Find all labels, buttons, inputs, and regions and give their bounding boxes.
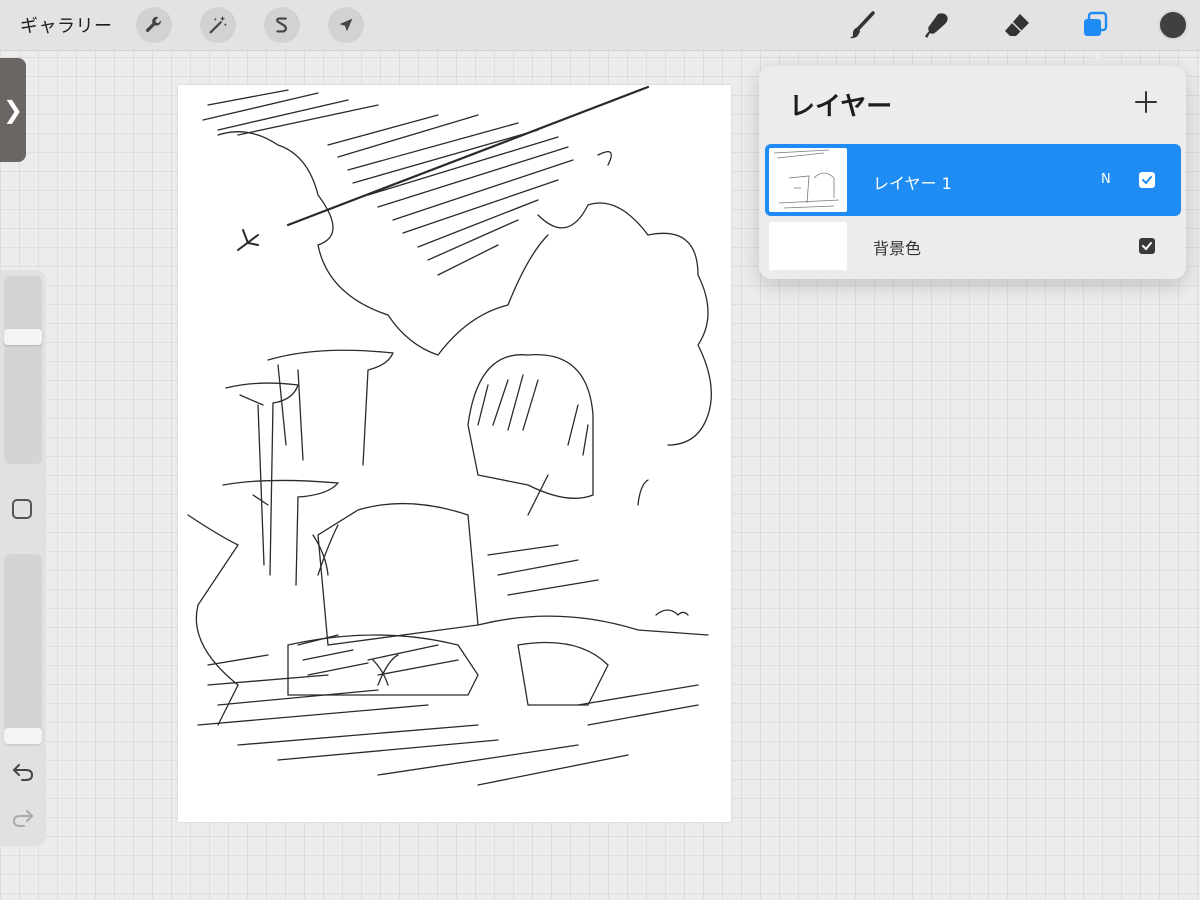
sidebar (0, 270, 46, 846)
smudge-icon (925, 13, 948, 39)
drawing-canvas[interactable] (178, 85, 731, 822)
layer-row-layer-1[interactable]: レイヤー 1 N (765, 144, 1181, 216)
layers-panel-title: レイヤー (789, 92, 893, 122)
layers-icon (1084, 11, 1108, 36)
layers-button[interactable] (1078, 8, 1112, 42)
modify-button[interactable] (12, 499, 32, 519)
arrow-cursor-icon (339, 18, 353, 32)
selection-s-icon (276, 17, 288, 33)
add-layer-icon[interactable] (1132, 88, 1160, 116)
layer-name: 背景色 (873, 239, 922, 258)
redo-icon[interactable] (10, 806, 36, 830)
adjustments-button[interactable] (200, 7, 236, 43)
top-toolbar: ギャラリー (0, 0, 1200, 51)
transform-button[interactable] (328, 7, 364, 43)
background-color-swatch (769, 222, 847, 270)
wrench-icon (145, 16, 162, 32)
selection-button[interactable] (264, 7, 300, 43)
layer-visibility-checkbox[interactable] (1139, 238, 1155, 254)
opacity-slider[interactable] (4, 554, 42, 744)
checkmark-icon (1142, 176, 1152, 185)
layer-row-background-color[interactable]: 背景色 (765, 222, 1181, 272)
layers-panel: レイヤー レイヤー 1 N 背景色 (759, 66, 1186, 279)
layer-name: レイヤー 1 (873, 174, 952, 193)
brush-size-slider[interactable] (4, 276, 42, 464)
sketch-artwork (187, 85, 712, 786)
magic-wand-icon (209, 15, 227, 34)
actions-button[interactable] (136, 7, 172, 43)
brush-size-slider-knob[interactable] (4, 329, 42, 345)
blend-mode-button[interactable]: N (1101, 172, 1111, 187)
opacity-slider-knob[interactable] (4, 728, 42, 744)
eraser-button[interactable] (1000, 8, 1034, 42)
color-picker-button[interactable] (1158, 10, 1188, 40)
brush-button[interactable] (845, 8, 879, 42)
layer-thumbnail (769, 148, 847, 212)
checkmark-icon (1142, 242, 1152, 251)
layer-visibility-checkbox[interactable] (1139, 172, 1155, 188)
sidebar-toggle-button[interactable]: ❯ (0, 58, 26, 162)
undo-icon[interactable] (10, 760, 36, 784)
brush-icon (850, 11, 875, 39)
smudge-button[interactable] (920, 8, 954, 42)
eraser-icon (1005, 14, 1029, 36)
gallery-button[interactable]: ギャラリー (20, 12, 113, 38)
